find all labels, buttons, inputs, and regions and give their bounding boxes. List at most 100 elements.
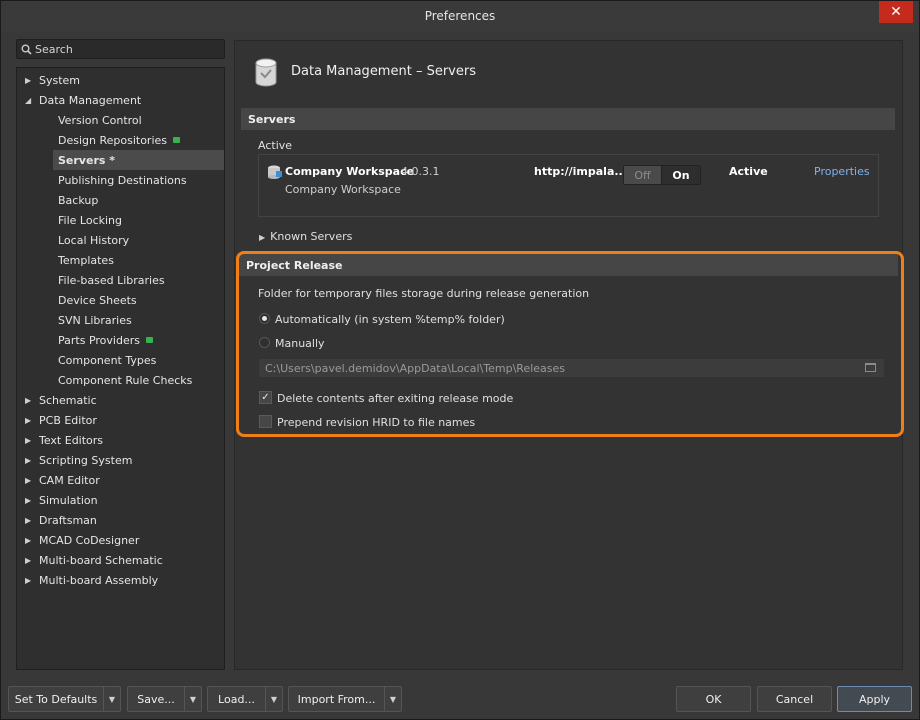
database-icon [254,58,278,88]
chevron-down-icon[interactable]: ▼ [185,695,201,704]
expand-arrow-icon[interactable]: ▶ [25,396,31,405]
workspace-name: Company Workspace [285,165,415,178]
expand-arrow-icon[interactable]: ▶ [25,416,31,425]
expand-arrow-icon[interactable]: ▶ [25,536,31,545]
tree-item-label: Device Sheets [58,293,137,307]
tree-item-label: CAM Editor [39,473,100,487]
tree-item-svn-libraries[interactable]: SVN Libraries [17,310,224,330]
save-button[interactable]: Save... ▼ [127,686,202,712]
tree-item-label: Version Control [58,113,142,127]
tree-item-cam-editor[interactable]: ▶ CAM Editor [17,470,224,490]
expand-arrow-icon[interactable]: ▶ [25,76,31,85]
server-status: Active [729,165,768,178]
tree-item-label: Data Management [39,93,142,107]
active-label: Active [258,139,293,152]
window-title: Preferences [424,9,496,23]
tree-item-publishing-destinations[interactable]: Publishing Destinations [17,170,224,190]
tree-item-label: Simulation [39,493,98,507]
highlight-outline [236,251,904,437]
tree-item-component-rule-checks[interactable]: Component Rule Checks [17,370,224,390]
expand-arrow-icon[interactable]: ▶ [25,576,31,585]
status-badge-icon [173,137,181,143]
search-placeholder: Search [35,42,73,56]
tree-item-system[interactable]: ▶ System [17,70,224,90]
tree-item-label: Servers * [58,153,115,167]
tree-item-version-control[interactable]: Version Control [17,110,224,130]
chevron-down-icon[interactable]: ▼ [104,695,120,704]
tree-item-label: SVN Libraries [58,313,132,327]
tree-item-label: Templates [58,253,114,267]
tree-item-file-based-libraries[interactable]: File-based Libraries [17,270,224,290]
import-from-button[interactable]: Import From... ▼ [288,686,402,712]
tree-item-file-locking[interactable]: File Locking [17,210,224,230]
tree-item-label: Multi-board Schematic [39,553,163,567]
tree-item-label: Backup [58,193,99,207]
set-to-defaults-button[interactable]: Set To Defaults ▼ [8,686,121,712]
servers-section-header: Servers [241,108,895,130]
ok-button[interactable]: OK [676,686,751,712]
expand-arrow-icon[interactable]: ▶ [25,476,31,485]
server-icon [267,165,283,182]
chevron-down-icon[interactable]: ▼ [266,695,282,704]
expand-arrow-icon[interactable]: ▶ [25,456,31,465]
workspace-subtitle: Company Workspace [285,183,401,196]
button-label: Load... [208,687,266,711]
preferences-tree: ▶ System ◢ Data Management Version Contr… [16,67,225,670]
tree-item-templates[interactable]: Templates [17,250,224,270]
button-label: Import From... [289,687,385,711]
tree-item-label: Multi-board Assembly [39,573,159,587]
tree-item-label: Draftsman [39,513,97,527]
tree-item-label: System [39,73,81,87]
expand-arrow-icon[interactable]: ▶ [25,436,31,445]
tree-item-label: PCB Editor [39,413,97,427]
tree-item-scripting-system[interactable]: ▶ Scripting System [17,450,224,470]
title-bar: Preferences ✕ [1,1,919,31]
toggle-on-option[interactable]: On [662,166,700,184]
tree-item-label: File-based Libraries [58,273,165,287]
page-title: Data Management – Servers [291,64,476,79]
tree-item-text-editors[interactable]: ▶ Text Editors [17,430,224,450]
tree-item-label: Parts Providers [58,333,140,347]
search-input[interactable]: Search [16,39,225,59]
properties-link[interactable]: Properties [814,165,870,178]
chevron-down-icon[interactable]: ▼ [385,695,401,704]
tree-item-label: Publishing Destinations [58,173,187,187]
known-servers-toggle[interactable]: ▶ Known Servers [259,230,352,243]
tree-item-draftsman[interactable]: ▶ Draftsman [17,510,224,530]
tree-item-data-management[interactable]: ◢ Data Management [17,90,224,110]
collapse-arrow-icon[interactable]: ◢ [25,96,31,105]
expand-arrow-icon[interactable]: ▶ [25,496,31,505]
tree-item-parts-providers[interactable]: Parts Providers [17,330,224,350]
workspace-version: 4.0.3.1 [401,165,440,178]
tree-item-schematic[interactable]: ▶ Schematic [17,390,224,410]
expand-arrow-icon[interactable]: ▶ [25,556,31,565]
tree-item-label: Schematic [39,393,97,407]
tree-item-multi-board-assembly[interactable]: ▶ Multi-board Assembly [17,570,224,590]
expand-arrow-icon[interactable]: ▶ [25,516,31,525]
tree-item-multi-board-schematic[interactable]: ▶ Multi-board Schematic [17,550,224,570]
tree-item-component-types[interactable]: Component Types [17,350,224,370]
tree-item-design-repositories[interactable]: Design Repositories [17,130,224,150]
status-badge-icon [145,337,153,343]
tree-item-mcad-codesigner[interactable]: ▶ MCAD CoDesigner [17,530,224,550]
tree-item-simulation[interactable]: ▶ Simulation [17,490,224,510]
button-label: Set To Defaults [9,687,104,711]
tree-item-servers[interactable]: Servers * [53,150,224,170]
toggle-off-option[interactable]: Off [624,166,662,184]
tree-item-device-sheets[interactable]: Device Sheets [17,290,224,310]
tree-item-label: Text Editors [39,433,104,447]
tree-item-label: Component Rule Checks [58,373,193,387]
load-button[interactable]: Load... ▼ [207,686,283,712]
tree-item-backup[interactable]: Backup [17,190,224,210]
cancel-button[interactable]: Cancel [757,686,832,712]
tree-item-label: Component Types [58,353,157,367]
button-label: Save... [128,687,185,711]
known-servers-label: Known Servers [270,230,353,243]
apply-button[interactable]: Apply [837,686,912,712]
server-toggle[interactable]: Off On [623,165,701,185]
tree-item-label: File Locking [58,213,122,227]
tree-item-pcb-editor[interactable]: ▶ PCB Editor [17,410,224,430]
tree-item-label: Local History [58,233,130,247]
close-button[interactable]: ✕ [879,1,913,23]
tree-item-local-history[interactable]: Local History [17,230,224,250]
